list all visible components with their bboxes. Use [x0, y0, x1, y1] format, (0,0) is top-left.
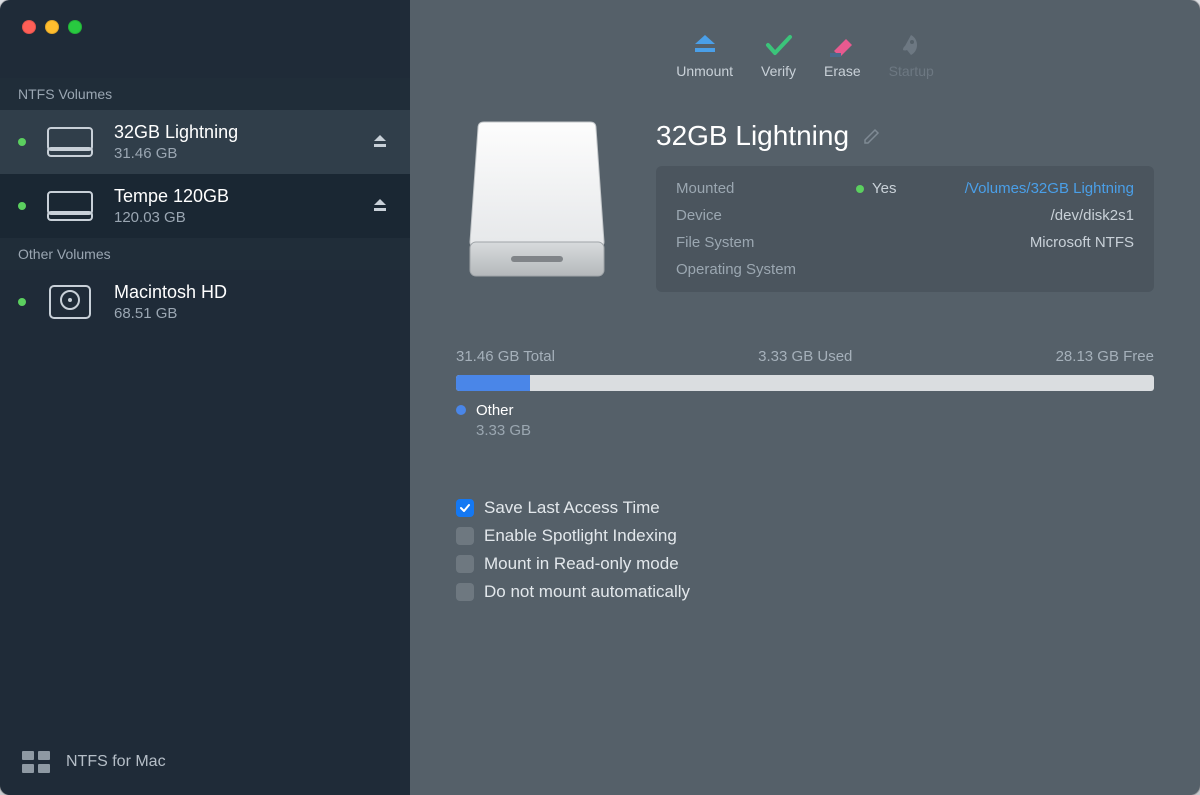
usage-bar — [456, 375, 1154, 391]
volume-size: 120.03 GB — [114, 209, 354, 226]
option-save-access-time[interactable]: Save Last Access Time — [456, 498, 1154, 518]
usage-panel: 31.46 GB Total 3.33 GB Used 28.13 GB Fre… — [456, 348, 1154, 442]
sidebar-footer: NTFS for Mac — [0, 729, 410, 795]
drive-illustration-icon — [456, 116, 618, 286]
erase-button[interactable]: Erase — [824, 33, 861, 79]
checkbox-icon — [456, 555, 474, 573]
app-logo-icon — [22, 751, 50, 773]
eject-icon[interactable] — [372, 198, 388, 214]
sidebar-item-32gb-lightning[interactable]: 32GB Lightning 31.46 GB — [0, 110, 410, 174]
close-icon[interactable] — [22, 20, 36, 34]
unmount-icon — [691, 33, 719, 57]
hdd-icon — [44, 282, 96, 322]
volume-name: 32GB Lightning — [114, 122, 354, 143]
sidebar-item-tempe-120gb[interactable]: Tempe 120GB 120.03 GB — [0, 174, 410, 238]
edit-icon[interactable] — [863, 127, 881, 145]
info-row-device: Device /dev/disk2s1 — [676, 207, 1134, 224]
sidebar-item-macintosh-hd[interactable]: Macintosh HD 68.51 GB — [0, 270, 410, 334]
section-other-volumes: Other Volumes — [0, 238, 410, 270]
main-panel: Unmount Verify Erase Startup — [410, 0, 1200, 795]
checkbox-icon — [456, 527, 474, 545]
zoom-icon[interactable] — [68, 20, 82, 34]
status-dot-icon — [856, 185, 864, 193]
usage-bar-fill — [456, 375, 530, 391]
options-panel: Save Last Access Time Enable Spotlight I… — [456, 498, 1154, 602]
app-window: NTFS Volumes 32GB Lightning 31.46 GB Tem… — [0, 0, 1200, 795]
info-row-mounted: Mounted Yes /Volumes/32GB Lightning — [676, 180, 1134, 197]
startup-button: Startup — [889, 33, 934, 79]
app-name: NTFS for Mac — [66, 753, 166, 771]
verify-button[interactable]: Verify — [761, 33, 796, 79]
detail-content: 32GB Lightning Mounted Yes /Volumes/32GB… — [410, 100, 1200, 795]
status-dot-icon — [18, 138, 26, 146]
option-readonly[interactable]: Mount in Read-only mode — [456, 554, 1154, 574]
eject-icon[interactable] — [372, 134, 388, 150]
status-dot-icon — [18, 202, 26, 210]
checkbox-icon — [456, 583, 474, 601]
window-controls — [0, 0, 410, 78]
toolbar: Unmount Verify Erase Startup — [410, 0, 1200, 100]
volume-name: Tempe 120GB — [114, 186, 354, 207]
info-row-filesystem: File System Microsoft NTFS — [676, 234, 1134, 251]
option-spotlight[interactable]: Enable Spotlight Indexing — [456, 526, 1154, 546]
info-row-os: Operating System — [676, 261, 1134, 278]
drive-icon — [44, 186, 96, 226]
usage-free: 28.13 GB Free — [1056, 348, 1154, 365]
detail-header: 32GB Lightning Mounted Yes /Volumes/32GB… — [456, 116, 1154, 292]
volume-size: 68.51 GB — [114, 305, 388, 322]
minimize-icon[interactable] — [45, 20, 59, 34]
usage-legend: Other 3.33 GB — [456, 401, 1154, 442]
unmount-button[interactable]: Unmount — [676, 33, 733, 79]
drive-icon — [44, 122, 96, 162]
volume-name: Macintosh HD — [114, 282, 388, 303]
usage-used: 3.33 GB Used — [758, 348, 852, 365]
volume-title: 32GB Lightning — [656, 120, 849, 152]
volume-size: 31.46 GB — [114, 145, 354, 162]
sidebar: NTFS Volumes 32GB Lightning 31.46 GB Tem… — [0, 0, 410, 795]
checkbox-icon — [456, 499, 474, 517]
section-ntfs-volumes: NTFS Volumes — [0, 78, 410, 110]
startup-icon — [897, 33, 925, 57]
legend-dot-icon — [456, 405, 466, 415]
usage-total: 31.46 GB Total — [456, 348, 555, 365]
status-dot-icon — [18, 298, 26, 306]
mount-path[interactable]: /Volumes/32GB Lightning — [965, 180, 1134, 197]
erase-icon — [828, 33, 856, 57]
verify-icon — [765, 33, 793, 57]
option-noauto[interactable]: Do not mount automatically — [456, 582, 1154, 602]
info-panel: Mounted Yes /Volumes/32GB Lightning Devi… — [656, 166, 1154, 292]
